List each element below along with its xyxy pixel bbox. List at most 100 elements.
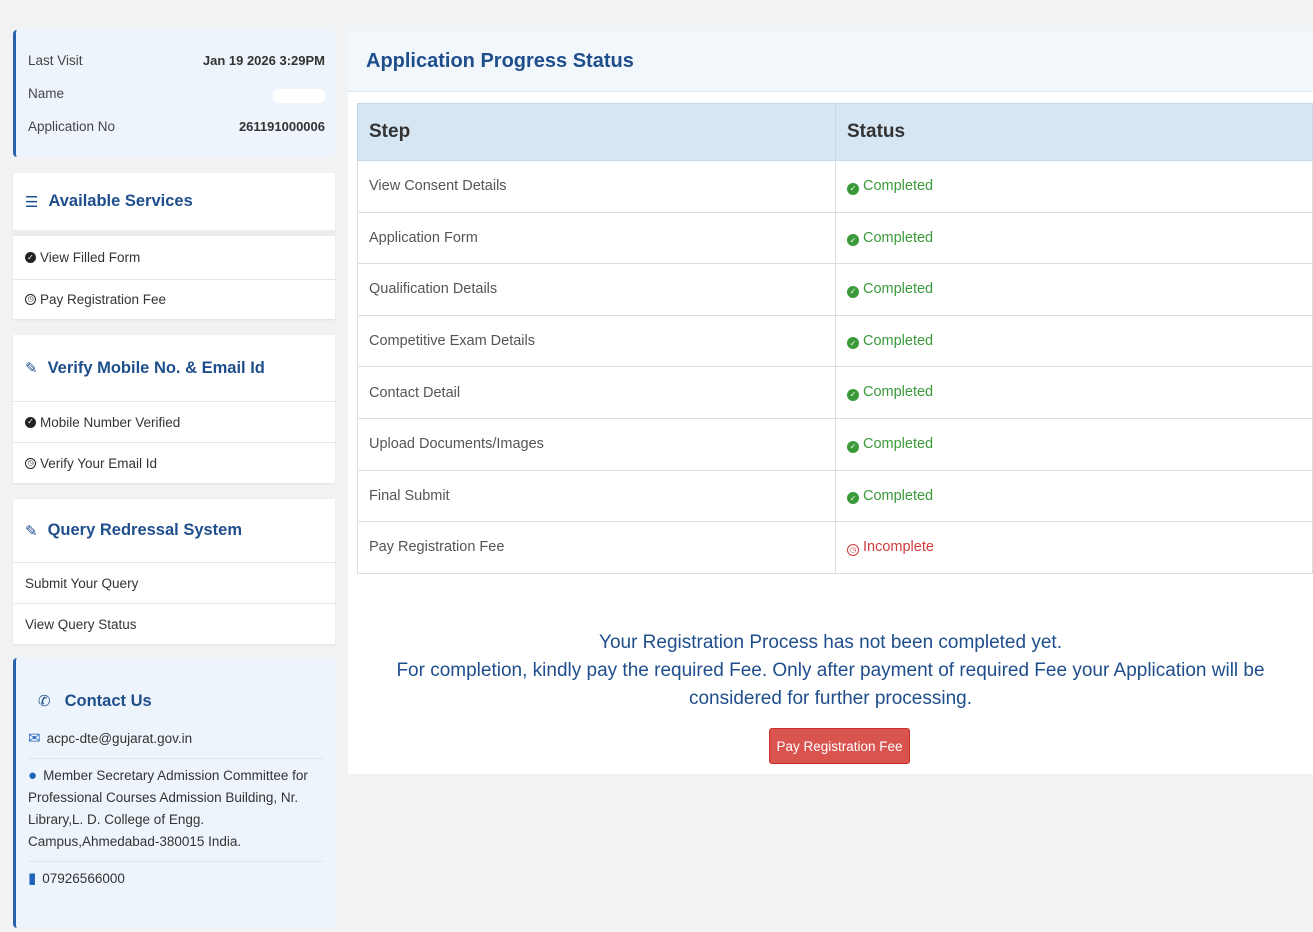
step-cell: Upload Documents/Images bbox=[357, 417, 836, 471]
table-row: Application Form ✓ Completed bbox=[357, 211, 1313, 265]
services-title: Available Services bbox=[48, 192, 193, 210]
check-circle-icon: ✓ bbox=[25, 252, 36, 263]
contact-phone-text: 07926566000 bbox=[42, 871, 125, 886]
status-text: Completed bbox=[863, 436, 934, 453]
check-circle-icon: ✓ bbox=[847, 492, 859, 505]
status-text: Completed bbox=[863, 487, 934, 504]
status-text: Incomplete bbox=[863, 538, 934, 555]
message-line-1: Your Registration Process has not been c… bbox=[599, 632, 1062, 653]
step-cell: Qualification Details bbox=[357, 263, 836, 316]
query-header: ✎ Query Redressal System bbox=[13, 499, 335, 562]
mobile-icon: ▮ bbox=[28, 870, 37, 887]
col-step-header: Step bbox=[357, 103, 836, 161]
clock-icon: ◷ bbox=[847, 543, 859, 556]
status-cell: ✓ Completed bbox=[835, 417, 1313, 471]
verify-panel: ✎ Verify Mobile No. & Email Id ✓ Mobile … bbox=[13, 335, 335, 483]
message-line-2: For completion, kindly pay the required … bbox=[396, 660, 1265, 709]
verify-mobile-item[interactable]: ✓ Mobile Number Verified bbox=[13, 401, 335, 442]
status-cell: ✓ Completed bbox=[835, 263, 1313, 316]
envelope-icon: ✉ bbox=[28, 730, 41, 747]
pay-registration-fee-button[interactable]: Pay Registration Fee bbox=[769, 728, 910, 764]
name-redacted bbox=[273, 88, 325, 103]
status-text: Completed bbox=[863, 229, 934, 246]
verify-header: ✎ Verify Mobile No. & Email Id bbox=[13, 335, 335, 401]
application-no-value: 261191000006 bbox=[238, 119, 325, 134]
application-no-label: Application No bbox=[28, 119, 116, 134]
services-panel: ☰ Available Services ✓ View Filled Form … bbox=[13, 173, 335, 319]
contact-email-text: acpc-dte@gujarat.gov.in bbox=[46, 731, 193, 746]
verify-label: Verify Your Email Id bbox=[40, 455, 158, 471]
progress-header: Application Progress Status bbox=[348, 31, 1313, 92]
list-icon: ☰ bbox=[25, 193, 39, 211]
service-view-filled-form[interactable]: ✓ View Filled Form bbox=[13, 236, 335, 279]
submit-query-link[interactable]: Submit Your Query bbox=[13, 562, 335, 603]
table-header-row: Step Status bbox=[357, 103, 1313, 161]
last-visit-value: Jan 19 2026 3:29PM bbox=[202, 53, 325, 68]
check-circle-icon: ✓ bbox=[847, 440, 859, 453]
contact-phone: ▮ 07926566000 bbox=[28, 862, 323, 898]
map-marker-icon: ● bbox=[28, 767, 38, 784]
check-circle-icon: ✓ bbox=[847, 182, 859, 195]
check-circle-icon: ✓ bbox=[847, 337, 859, 350]
contact-address-text: ● Member Secretary Admission Committee fo… bbox=[28, 765, 323, 853]
service-label: View Filled Form bbox=[40, 250, 141, 265]
query-label: Submit Your Query bbox=[25, 575, 139, 591]
edit-icon: ✎ bbox=[25, 360, 38, 377]
edit-icon: ✎ bbox=[25, 522, 38, 540]
contact-title: Contact Us bbox=[64, 691, 152, 710]
status-text: Completed bbox=[863, 332, 934, 349]
check-circle-icon: ✓ bbox=[847, 234, 859, 247]
verify-title: Verify Mobile No. & Email Id bbox=[47, 358, 265, 377]
query-title: Query Redressal System bbox=[47, 521, 243, 539]
sidebar: Last Visit Jan 19 2026 3:29PM Name Appli… bbox=[13, 30, 335, 928]
step-cell: Application Form bbox=[357, 211, 836, 265]
query-label: View Query Status bbox=[25, 616, 137, 632]
last-visit-label: Last Visit bbox=[28, 53, 83, 68]
progress-table: Step Status View Consent Details ✓ Comple… bbox=[357, 103, 1313, 574]
status-text: Completed bbox=[863, 178, 934, 195]
status-text: Completed bbox=[863, 384, 934, 401]
phone-icon: ✆ bbox=[38, 693, 51, 710]
status-cell: ✓ Completed bbox=[835, 366, 1313, 419]
table-row: Final Submit ✓ Completed bbox=[357, 469, 1313, 523]
application-no-row: Application No 261191000006 bbox=[28, 110, 325, 143]
step-cell: View Consent Details bbox=[357, 160, 836, 213]
step-cell: Contact Detail bbox=[357, 366, 836, 419]
services-header: ☰ Available Services bbox=[13, 173, 335, 236]
clock-icon: ◷ bbox=[25, 294, 36, 305]
status-cell: ✓ Completed bbox=[835, 160, 1313, 213]
visit-info-card: Last Visit Jan 19 2026 3:29PM Name Appli… bbox=[13, 30, 335, 157]
step-cell: Final Submit bbox=[357, 469, 836, 523]
progress-title: Application Progress Status bbox=[366, 49, 634, 72]
table-row: Qualification Details ✓ Completed bbox=[357, 263, 1313, 316]
verify-email-item[interactable]: ◷ Verify Your Email Id bbox=[13, 442, 335, 483]
table-row: Competitive Exam Details ✓ Completed bbox=[357, 314, 1313, 368]
contact-address: ● Member Secretary Admission Committee fo… bbox=[28, 759, 323, 862]
status-cell: ◷ Incomplete bbox=[835, 521, 1313, 574]
status-cell: ✓ Completed bbox=[835, 469, 1313, 523]
service-label: Pay Registration Fee bbox=[40, 292, 167, 307]
check-circle-icon: ✓ bbox=[847, 285, 859, 298]
contact-panel: ✆ Contact Us ✉ acpc-dte@gujarat.gov.in ●… bbox=[13, 658, 335, 928]
contact-email: ✉ acpc-dte@gujarat.gov.in bbox=[28, 722, 323, 759]
check-circle-icon: ✓ bbox=[25, 416, 36, 428]
table-row: Upload Documents/Images ✓ Completed bbox=[357, 417, 1313, 471]
query-panel: ✎ Query Redressal System Submit Your Que… bbox=[13, 499, 335, 644]
check-circle-icon: ✓ bbox=[847, 388, 859, 401]
progress-panel: Application Progress Status Step Status … bbox=[348, 31, 1313, 774]
col-status-header: Status bbox=[835, 103, 1313, 161]
table-row: View Consent Details ✓ Completed bbox=[357, 160, 1313, 213]
last-visit-row: Last Visit Jan 19 2026 3:29PM bbox=[28, 44, 325, 77]
status-text: Completed bbox=[863, 281, 934, 298]
completion-message: Your Registration Process has not been c… bbox=[348, 629, 1313, 713]
table-row: Pay Registration Fee ◷ Incomplete bbox=[357, 521, 1313, 574]
contact-address-value: Member Secretary Admission Committee for… bbox=[28, 768, 308, 849]
status-cell: ✓ Completed bbox=[835, 314, 1313, 368]
clock-icon: ◷ bbox=[25, 457, 36, 469]
service-pay-registration-fee[interactable]: ◷ Pay Registration Fee bbox=[13, 279, 335, 319]
verify-label: Mobile Number Verified bbox=[40, 414, 181, 430]
view-query-status-link[interactable]: View Query Status bbox=[13, 603, 335, 644]
table-row: Contact Detail ✓ Completed bbox=[357, 366, 1313, 419]
step-cell: Pay Registration Fee bbox=[357, 521, 836, 574]
name-row: Name bbox=[28, 77, 325, 110]
